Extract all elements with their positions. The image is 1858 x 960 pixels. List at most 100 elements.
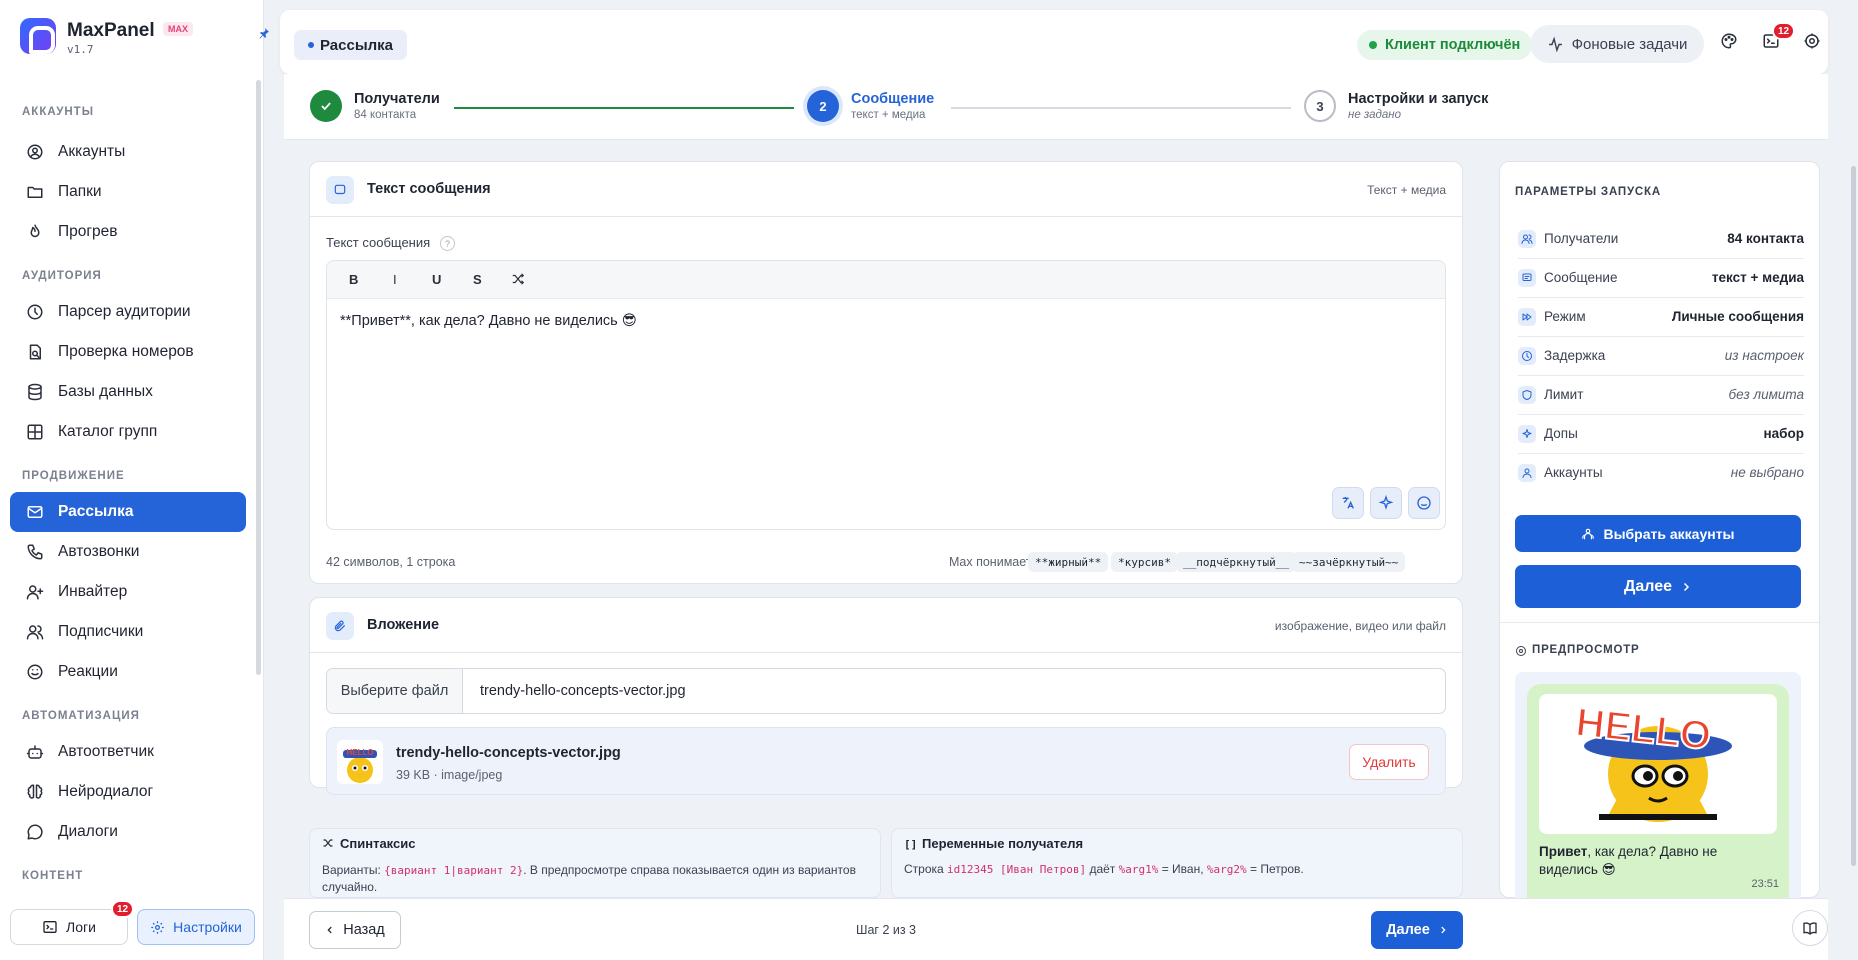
sidebar-item[interactable]: Контент-план bbox=[10, 892, 246, 900]
translate-button[interactable] bbox=[1332, 487, 1364, 519]
brand-version: v1.7 bbox=[67, 43, 94, 56]
sidebar-item-label: Аккаунты bbox=[58, 143, 126, 160]
sidebar-item[interactable]: Диалоги bbox=[10, 812, 246, 852]
docs-button[interactable] bbox=[1792, 910, 1828, 946]
step-title: Настройки и запуск bbox=[1348, 91, 1489, 107]
grid-icon bbox=[26, 423, 44, 441]
next-button[interactable]: Далее bbox=[1515, 565, 1801, 608]
footer-next-button[interactable]: Далее bbox=[1371, 911, 1463, 949]
sidebar-item-label: Папки bbox=[58, 183, 102, 200]
help-icon[interactable]: ? bbox=[440, 236, 455, 251]
sidebar-item[interactable]: Рассылка bbox=[10, 492, 246, 532]
svg-text:HELLO: HELLO bbox=[346, 748, 373, 757]
chip-strike: ~~зачёркнутый~~ bbox=[1292, 552, 1406, 572]
shuffle-icon[interactable] bbox=[511, 272, 525, 286]
param-value: 84 контакта bbox=[1727, 231, 1804, 246]
eye-icon bbox=[1515, 645, 1527, 657]
step-connector bbox=[951, 107, 1291, 109]
divider bbox=[1500, 622, 1821, 623]
sidebar-item[interactable]: Аккаунты bbox=[10, 132, 246, 172]
message-icon bbox=[1518, 269, 1536, 287]
terminal-icon[interactable]: 12 bbox=[1762, 22, 1796, 52]
back-button[interactable]: Назад bbox=[309, 911, 401, 949]
preview-title: ПРЕДПРОСМОТР bbox=[1532, 644, 1640, 656]
sidebar-item[interactable]: Подписчики bbox=[10, 612, 246, 652]
preview-image: HELLO bbox=[1539, 694, 1777, 834]
step-subtitle: 84 контакта bbox=[354, 109, 417, 121]
choose-file-button[interactable]: Выберите файл bbox=[327, 669, 463, 713]
translate-icon bbox=[1342, 497, 1354, 509]
palette-icon[interactable] bbox=[1720, 32, 1740, 52]
main-scrollbar[interactable] bbox=[1851, 166, 1856, 866]
smile-icon bbox=[26, 663, 44, 681]
nav-section-title: АУДИТОРИЯ bbox=[22, 270, 102, 282]
pin-icon[interactable] bbox=[258, 27, 270, 39]
sidebar-item[interactable]: Каталог групп bbox=[10, 412, 246, 452]
sidebar-footer: Логи 12 Настройки bbox=[10, 900, 255, 945]
gear-icon[interactable] bbox=[1803, 32, 1823, 52]
user-circle-icon bbox=[26, 143, 44, 161]
card-title: Текст сообщения bbox=[367, 181, 491, 197]
brackets-icon: [] bbox=[904, 838, 918, 851]
underline-button[interactable]: U bbox=[432, 272, 441, 287]
chip-bold: **жирный** bbox=[1028, 552, 1109, 572]
file-name: trendy-hello-concepts-vector.jpg bbox=[396, 745, 621, 761]
chevron-right-icon bbox=[1683, 582, 1690, 591]
connection-status: Клиент подключён bbox=[1357, 30, 1533, 60]
choose-accounts-button[interactable]: Выбрать аккаунты bbox=[1515, 515, 1801, 552]
sidebar-item[interactable]: Нейродиалог bbox=[10, 772, 246, 812]
variables-text-3: = Иван, bbox=[1158, 862, 1207, 876]
sidebar-nav: АККАУНТЫ Аккаунты Папки Прогрев АУДИТОРИЯ Пар… bbox=[0, 92, 256, 900]
param-value: текст + медиа bbox=[1711, 270, 1804, 285]
next-label: Далее bbox=[1623, 577, 1673, 595]
step-connector bbox=[454, 107, 794, 109]
file-input[interactable]: Выберите файл trendy-hello-concepts-vect… bbox=[326, 668, 1446, 714]
sidebar-item[interactable]: Реакции bbox=[10, 652, 246, 692]
variables-text-1: Строка bbox=[904, 862, 948, 876]
sidebar-scrollbar[interactable] bbox=[256, 80, 261, 675]
footer-next-label: Далее bbox=[1386, 922, 1430, 938]
sidebar-item-label: Подписчики bbox=[58, 623, 144, 640]
sidebar-item[interactable]: Парсер аудитории bbox=[10, 292, 246, 332]
choose-accounts-label: Выбрать аккаунты bbox=[1603, 525, 1735, 542]
sidebar-item[interactable]: Инвайтер bbox=[10, 572, 246, 612]
sidebar-item[interactable]: Прогрев bbox=[10, 212, 246, 252]
background-tasks-button[interactable]: Фоновые задачи bbox=[1530, 25, 1704, 63]
nav-section-title: АККАУНТЫ bbox=[22, 106, 94, 118]
book-icon bbox=[1803, 922, 1817, 935]
gear-icon bbox=[151, 920, 164, 934]
sidebar-item[interactable]: Проверка номеров bbox=[10, 332, 246, 372]
sidebar-item[interactable]: Базы данных bbox=[10, 372, 246, 412]
params-title: ПАРАМЕТРЫ ЗАПУСКА bbox=[1515, 186, 1661, 198]
settings-button[interactable]: Настройки bbox=[137, 909, 255, 945]
message-textarea[interactable]: **Привет**, как дела? Давно не виделись … bbox=[340, 313, 637, 329]
sidebar-item[interactable]: Автоответчик bbox=[10, 732, 246, 772]
sidebar-item-label: Автозвонки bbox=[58, 543, 140, 560]
card-hint: изображение, видео или файл bbox=[1274, 619, 1446, 633]
logs-button[interactable]: Логи 12 bbox=[10, 900, 135, 945]
spintax-code: {вариант 1|вариант 2} bbox=[384, 864, 524, 877]
delete-file-button[interactable]: Удалить bbox=[1349, 744, 1429, 780]
top-header: Рассылка Клиент подключён Фоновые задачи… bbox=[280, 10, 1828, 74]
strike-button[interactable]: S bbox=[473, 272, 482, 287]
background-tasks-label: Фоновые задачи bbox=[1571, 35, 1688, 53]
file-preview-row: HELLO trendy-hello-concepts-vector.jpg 3… bbox=[326, 727, 1446, 795]
param-value: из настроек bbox=[1724, 348, 1804, 363]
variables-text-4: = Петров. bbox=[1246, 862, 1304, 876]
param-row: Сообщение текст + медиа bbox=[1518, 259, 1804, 298]
emoji-button[interactable] bbox=[1408, 487, 1440, 519]
brand: MaxPanel MAX v1.7 bbox=[20, 18, 269, 58]
italic-button[interactable]: I bbox=[393, 272, 397, 287]
chevron-left-icon bbox=[327, 926, 332, 934]
sidebar-item-label: Каталог групп bbox=[58, 423, 158, 440]
database-icon bbox=[26, 383, 44, 401]
bold-button[interactable]: B bbox=[349, 272, 358, 287]
user-plus-icon bbox=[26, 583, 44, 601]
ai-button[interactable] bbox=[1370, 487, 1402, 519]
nav-section-title: ПРОДВИЖЕНИЕ bbox=[22, 470, 125, 482]
shield-icon bbox=[1518, 386, 1536, 404]
attachment-card: Вложение изображение, видео или файл Выб… bbox=[309, 597, 1463, 795]
sidebar-item[interactable]: Автозвонки bbox=[10, 532, 246, 572]
accounts-icon bbox=[1582, 528, 1595, 539]
sidebar-item[interactable]: Папки bbox=[10, 172, 246, 212]
